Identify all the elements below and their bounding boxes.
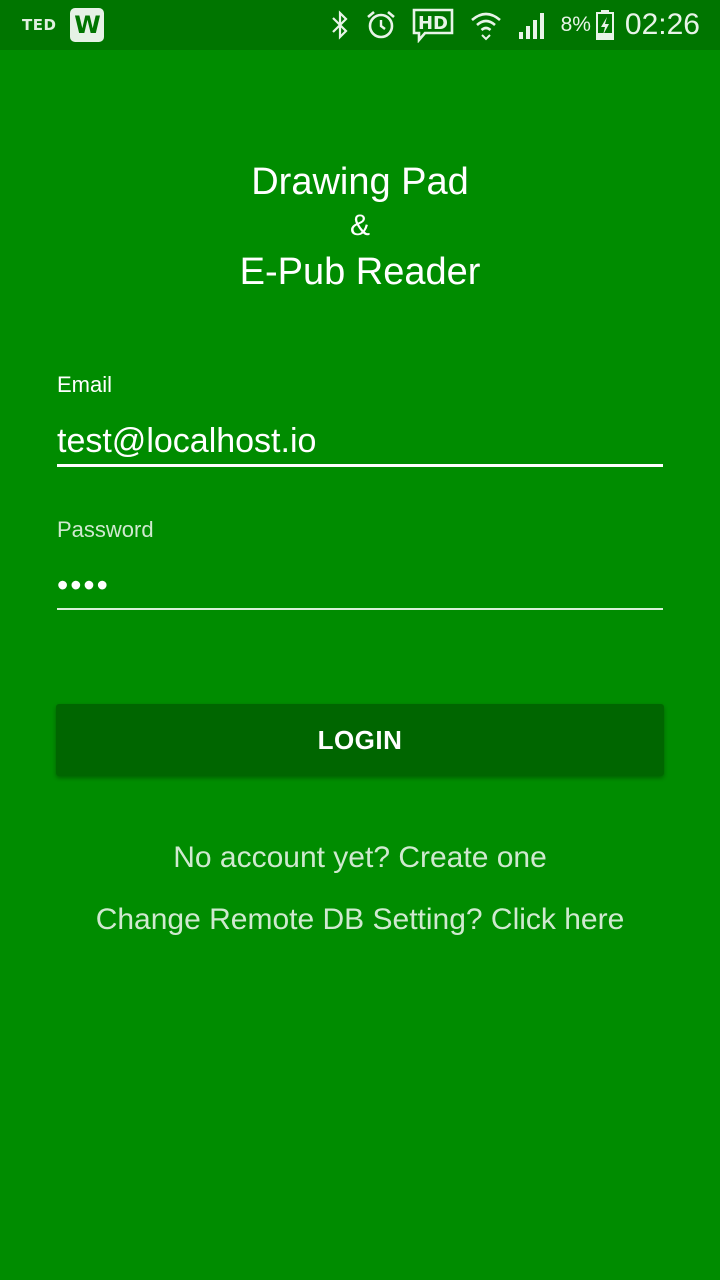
email-label: Email	[57, 372, 113, 397]
alarm-icon	[365, 9, 397, 41]
email-field[interactable]	[57, 418, 663, 467]
status-bar: TED W HD 8% 02:26	[0, 0, 720, 50]
password-label: Password	[57, 517, 154, 542]
battery-percent: 8%	[560, 13, 591, 36]
hd-voice-icon: HD	[411, 7, 455, 43]
app-title-ampersand: &	[349, 209, 370, 242]
wifi-icon	[469, 9, 503, 41]
status-bar-notifications: TED W	[22, 8, 105, 42]
app-title-line-1: Drawing Pad	[251, 161, 469, 203]
status-bar-system: HD 8% 02:26	[315, 6, 700, 44]
ted-app-icon: TED	[22, 16, 57, 34]
bluetooth-icon	[329, 10, 351, 40]
clock: 02:26	[624, 8, 700, 41]
w-app-icon: W	[70, 8, 105, 42]
app-title: Drawing Pad & E-Pub Reader	[0, 163, 720, 297]
create-account-link[interactable]: No account yet? Create one	[0, 841, 720, 875]
login-button[interactable]: LOGIN	[56, 704, 664, 776]
battery-charging-icon	[595, 9, 615, 41]
app-title-line-2: E-Pub Reader	[239, 251, 481, 293]
signal-icon	[517, 10, 549, 40]
remote-db-setting-link[interactable]: Change Remote DB Setting? Click here	[0, 903, 720, 937]
svg-text:HD: HD	[418, 13, 448, 34]
password-field[interactable]	[57, 562, 663, 610]
